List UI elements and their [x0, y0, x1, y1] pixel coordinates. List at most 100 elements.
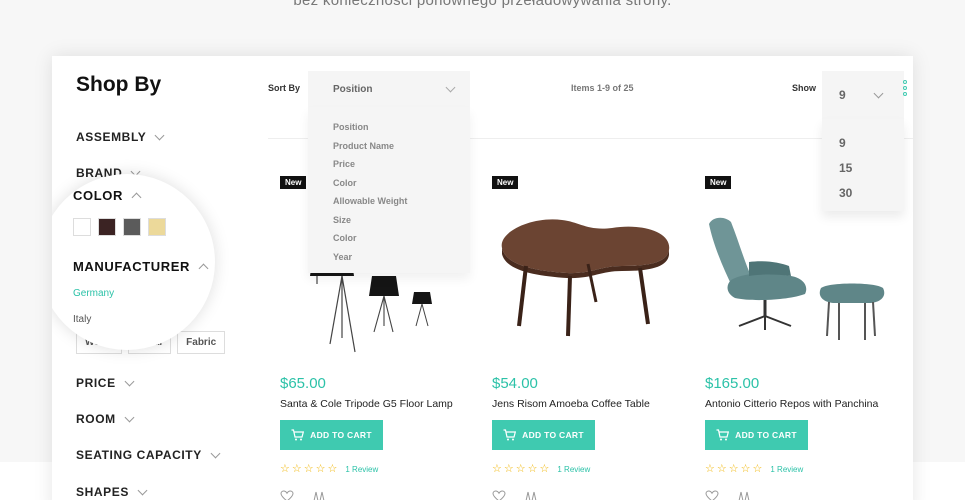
product-rating: ☆ ☆ ☆ ☆ ☆ 1 Review: [492, 464, 590, 475]
chevron-down-icon: [124, 412, 135, 422]
manufacturer-italy[interactable]: Italy: [73, 314, 91, 325]
chevron-up-icon: [198, 263, 209, 273]
sort-option-price[interactable]: Price: [333, 155, 470, 174]
sort-option-size[interactable]: Size: [333, 211, 470, 230]
star-empty-icon: ☆: [716, 463, 727, 475]
show-limit-select[interactable]: 9: [822, 71, 904, 119]
magnifier-callout: COLOR MANUFACTURER Germany Italy: [52, 174, 215, 350]
show-option-30[interactable]: 30: [839, 185, 904, 210]
star-empty-icon: ☆: [327, 463, 338, 475]
product-actions: [492, 490, 538, 500]
sort-by-label: Sort By: [268, 83, 301, 93]
product-listing-card: Shop By ASSEMBLY BRAND Wood Metal Fabric…: [52, 56, 913, 500]
tag-fabric[interactable]: Fabric: [177, 331, 226, 354]
chevron-up-icon: [131, 192, 142, 202]
show-option-15[interactable]: 15: [839, 160, 904, 185]
filter-seating-capacity[interactable]: SEATING CAPACITY: [76, 448, 221, 462]
sort-option-color-2[interactable]: Color: [333, 229, 470, 248]
new-badge: New: [280, 176, 307, 189]
product-rating: ☆ ☆ ☆ ☆ ☆ 1 Review: [705, 464, 803, 475]
star-empty-icon: ☆: [291, 463, 302, 475]
filter-manufacturer[interactable]: MANUFACTURER: [73, 259, 209, 274]
star-empty-icon: ☆: [728, 463, 739, 475]
wishlist-heart-icon[interactable]: [705, 490, 719, 500]
filter-label: ASSEMBLY: [76, 130, 147, 144]
filter-label: ROOM: [76, 412, 116, 426]
add-to-cart-button[interactable]: ADD TO CART: [492, 420, 595, 450]
compare-icon[interactable]: [312, 490, 326, 500]
color-swatch-gray[interactable]: [123, 218, 141, 236]
chevron-down-icon: [445, 82, 456, 92]
star-empty-icon: ☆: [492, 463, 502, 475]
product-price: $65.00: [280, 375, 326, 392]
add-to-cart-label: ADD TO CART: [735, 430, 797, 440]
cart-icon: [503, 429, 517, 441]
filter-label: SEATING CAPACITY: [76, 448, 202, 462]
filter-label: PRICE: [76, 376, 116, 390]
grid-view-icon[interactable]: [903, 80, 907, 96]
coffee-table-illustration: [501, 219, 670, 337]
star-empty-icon: ☆: [705, 463, 715, 475]
product-actions: [705, 490, 751, 500]
cart-icon: [716, 429, 730, 441]
star-empty-icon: ☆: [303, 463, 314, 475]
sort-selected-value: Position: [333, 83, 373, 95]
compare-icon[interactable]: [524, 490, 538, 500]
sort-option-product-name[interactable]: Product Name: [333, 137, 470, 156]
filter-color[interactable]: COLOR: [73, 188, 142, 203]
items-count: Items 1-9 of 25: [571, 83, 634, 93]
wishlist-heart-icon[interactable]: [492, 490, 506, 500]
color-swatch-beige[interactable]: [148, 218, 166, 236]
product-actions: [280, 490, 326, 500]
sort-option-color[interactable]: Color: [333, 174, 470, 193]
compare-icon[interactable]: [737, 490, 751, 500]
sort-by-select[interactable]: Position: [308, 71, 470, 107]
product-image-coffee-table[interactable]: New: [492, 176, 692, 361]
manufacturer-germany[interactable]: Germany: [73, 288, 114, 299]
add-to-cart-button[interactable]: ADD TO CART: [705, 420, 808, 450]
filter-label: MANUFACTURER: [73, 259, 190, 274]
chevron-down-icon: [124, 376, 135, 386]
filter-shapes[interactable]: SHAPES: [76, 485, 148, 499]
cart-icon: [291, 429, 305, 441]
filter-room[interactable]: ROOM: [76, 412, 135, 426]
product-name[interactable]: Antonio Citterio Repos with Panchina: [705, 398, 878, 410]
add-to-cart-button[interactable]: ADD TO CART: [280, 420, 383, 450]
show-option-9[interactable]: 9: [839, 135, 904, 160]
new-badge: New: [705, 176, 732, 189]
star-empty-icon: ☆: [515, 463, 526, 475]
wishlist-heart-icon[interactable]: [280, 490, 294, 500]
star-empty-icon: ☆: [280, 463, 290, 475]
chevron-down-icon: [137, 485, 148, 495]
filter-assembly[interactable]: ASSEMBLY: [76, 130, 165, 144]
product-card: New $54.00 Jens Risom Amoeba Coffee Tabl…: [492, 176, 692, 500]
star-empty-icon: ☆: [752, 463, 763, 475]
show-selected-value: 9: [839, 88, 846, 102]
sort-option-allowable-weight[interactable]: Allowable Weight: [333, 192, 470, 211]
product-price: $165.00: [705, 375, 760, 392]
product-rating: ☆ ☆ ☆ ☆ ☆ 1 Review: [280, 464, 378, 475]
sort-option-year[interactable]: Year: [333, 248, 470, 267]
review-link[interactable]: 1 Review: [557, 465, 590, 474]
star-empty-icon: ☆: [539, 463, 550, 475]
chevron-down-icon: [210, 448, 221, 458]
filter-label: COLOR: [73, 188, 123, 203]
sidebar-title: Shop By: [76, 73, 162, 96]
product-name[interactable]: Jens Risom Amoeba Coffee Table: [492, 398, 650, 410]
star-empty-icon: ☆: [503, 463, 514, 475]
product-name[interactable]: Santa & Cole Tripode G5 Floor Lamp: [280, 398, 453, 410]
filter-label: SHAPES: [76, 485, 129, 499]
review-link[interactable]: 1 Review: [345, 465, 378, 474]
chevron-down-icon: [873, 88, 884, 98]
show-label: Show: [792, 83, 816, 93]
sort-option-position[interactable]: Position: [333, 118, 470, 137]
product-price: $54.00: [492, 375, 538, 392]
filter-price[interactable]: PRICE: [76, 376, 135, 390]
color-swatches: [73, 218, 166, 236]
star-empty-icon: ☆: [315, 463, 326, 475]
review-link[interactable]: 1 Review: [770, 465, 803, 474]
sort-by-dropdown: Position Product Name Price Color Allowa…: [308, 107, 470, 273]
color-swatch-dark-brown[interactable]: [98, 218, 116, 236]
color-swatch-white[interactable]: [73, 218, 91, 236]
add-to-cart-label: ADD TO CART: [310, 430, 372, 440]
